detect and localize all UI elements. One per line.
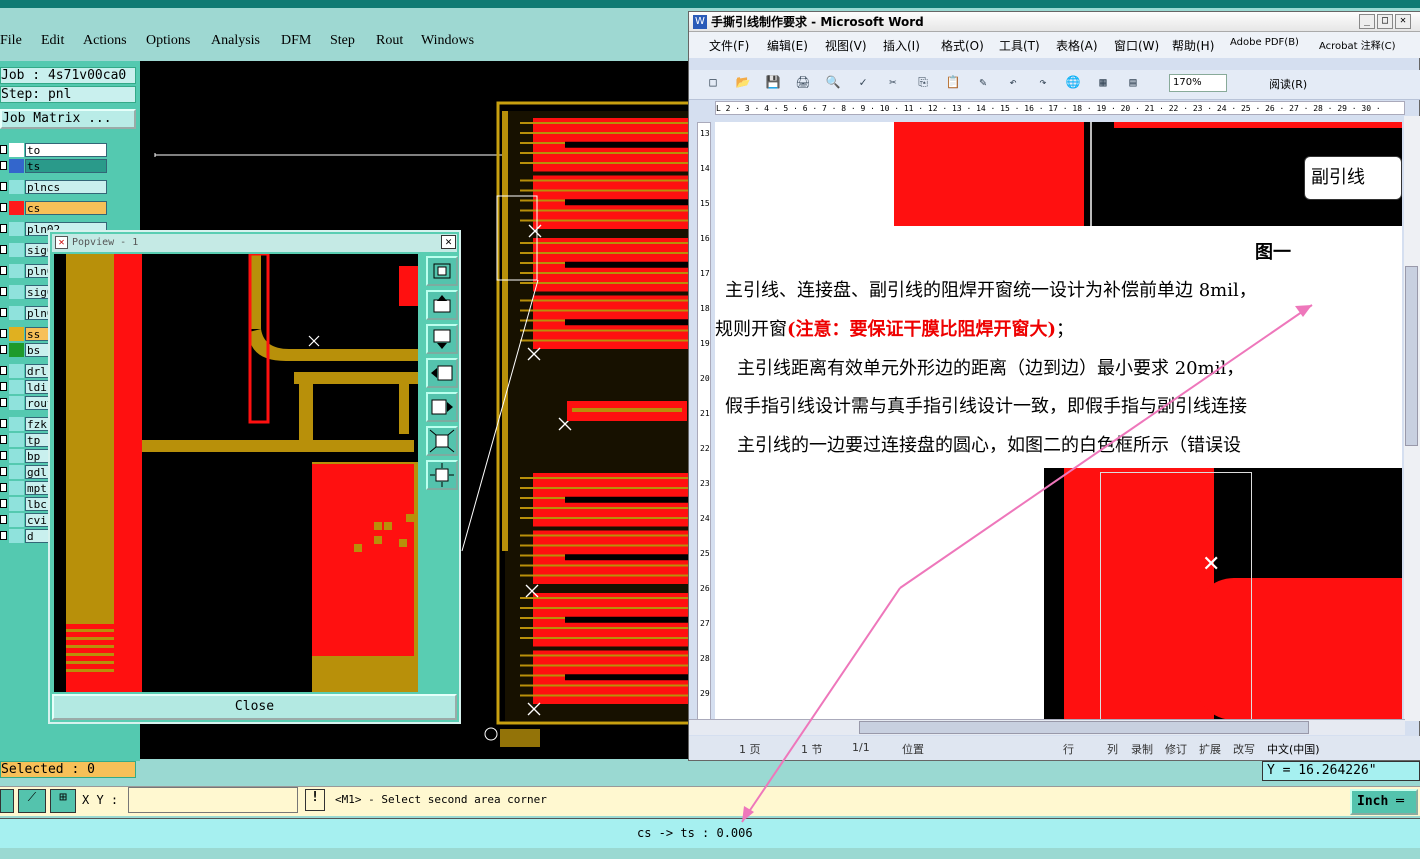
annotation-overlay	[741, 304, 1313, 823]
